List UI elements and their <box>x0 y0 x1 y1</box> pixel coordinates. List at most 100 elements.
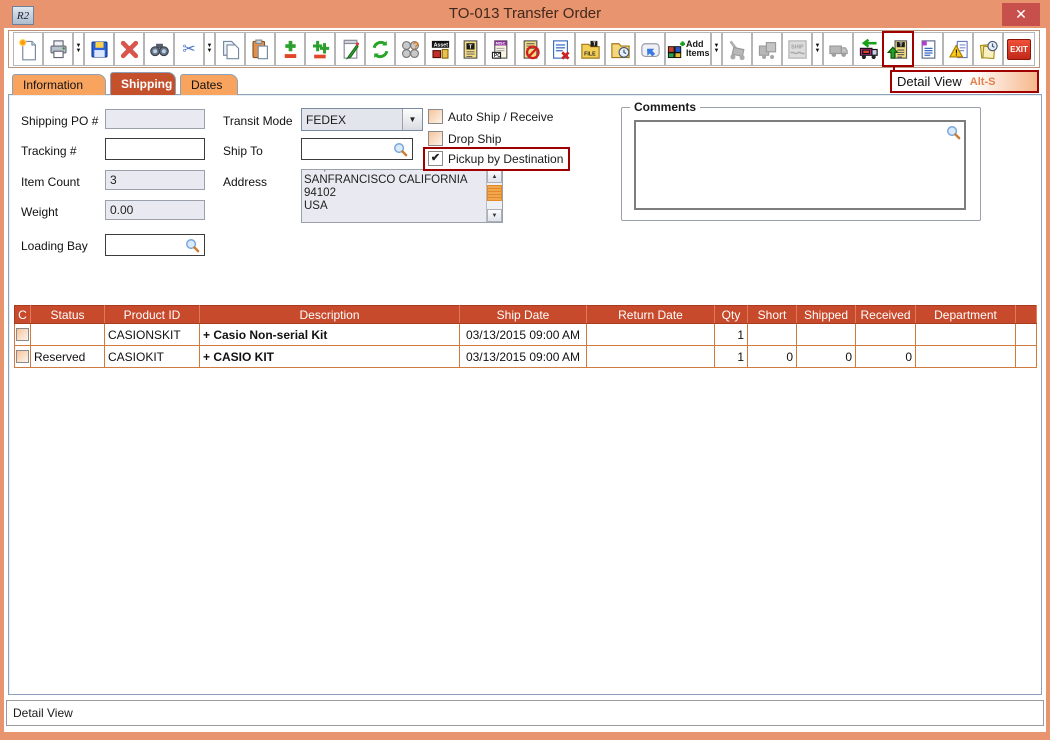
delete-icon <box>118 38 141 61</box>
checkbox-unchecked-icon[interactable] <box>428 131 443 146</box>
cell-status: Reserved <box>31 346 105 368</box>
svg-text:Asset: Asset <box>433 42 448 48</box>
pickup-checkbox-row[interactable]: ✔ Pickup by Destination <box>428 151 563 166</box>
binoculars-icon <box>148 38 171 61</box>
row-checkbox[interactable] <box>16 328 29 341</box>
ship-button-disabled: SHIP <box>782 32 812 66</box>
misc-po-button[interactable]: MISCPO <box>485 32 515 66</box>
tab-information[interactable]: Information <box>12 74 106 95</box>
cut-button[interactable]: ✂ <box>174 32 204 66</box>
title-bar: R2 TO-013 Transfer Order ✕ <box>0 0 1050 28</box>
cell-status <box>31 324 105 346</box>
checkbox-checked-icon[interactable]: ✔ <box>428 151 443 166</box>
col-qty[interactable]: Qty <box>715 306 748 324</box>
detail-view-button[interactable]: T <box>882 31 914 67</box>
col-short[interactable]: Short <box>748 306 797 324</box>
truck-button-disabled <box>823 32 853 66</box>
save-button[interactable] <box>84 32 114 66</box>
file-attachment-button[interactable]: TFILE <box>575 32 605 66</box>
refresh-button[interactable] <box>365 32 395 66</box>
drop-ship-checkbox-row[interactable]: Drop Ship <box>428 131 501 146</box>
search-icon[interactable] <box>946 125 961 140</box>
col-ship-date[interactable]: Ship Date <box>460 306 587 324</box>
col-c[interactable]: C <box>15 306 31 324</box>
hand-truck-icon <box>726 38 749 61</box>
transit-mode-label: Transit Mode <box>223 114 293 128</box>
col-product-id[interactable]: Product ID <box>105 306 200 324</box>
copy-button[interactable] <box>215 32 245 66</box>
cut-dropdown[interactable]: ▼▼ <box>204 32 215 66</box>
scroll-up-icon[interactable]: ▲ <box>487 170 502 183</box>
search-icon[interactable] <box>185 238 200 253</box>
address-scrollbar[interactable]: ▲ ▼ <box>486 170 502 222</box>
scrollbar-thumb[interactable] <box>487 185 502 201</box>
kit-explode-button[interactable]: ? <box>395 32 425 66</box>
chevron-down-icon: ▼ <box>714 49 720 54</box>
col-shipped[interactable]: Shipped <box>797 306 856 324</box>
tracking-input[interactable] <box>105 138 205 160</box>
find-button[interactable] <box>144 32 174 66</box>
auto-ship-checkbox-row[interactable]: Auto Ship / Receive <box>428 109 553 124</box>
comments-textarea[interactable] <box>634 120 966 210</box>
asset-button[interactable]: Asset <box>425 32 455 66</box>
receive-button[interactable] <box>853 32 883 66</box>
table-row[interactable]: CASIONSKIT + Casio Non-serial Kit 03/13/… <box>15 324 1037 346</box>
add-items-dropdown[interactable]: ▼▼ <box>711 32 722 66</box>
comments-group: Comments <box>621 107 981 221</box>
send-button[interactable] <box>635 32 665 66</box>
add-items-button[interactable]: Add Items <box>665 32 711 66</box>
close-button[interactable]: ✕ <box>1002 3 1040 26</box>
row-checkbox[interactable] <box>16 350 29 363</box>
tab-dates[interactable]: Dates <box>180 74 238 95</box>
report-button[interactable] <box>913 32 943 66</box>
print-button[interactable] <box>43 32 73 66</box>
send-key-icon <box>639 38 662 61</box>
tracking-label: Tracking # <box>21 144 77 158</box>
activity-log-button[interactable] <box>973 32 1003 66</box>
chevron-down-icon[interactable]: ▼ <box>402 109 422 130</box>
ship-to-input[interactable] <box>301 138 413 160</box>
checkbox-unchecked-icon[interactable] <box>428 109 443 124</box>
cell-shipped: 0 <box>797 346 856 368</box>
delete-button[interactable] <box>114 32 144 66</box>
new-document-button[interactable] <box>13 32 43 66</box>
loading-bay-input[interactable] <box>105 234 205 256</box>
hand-truck-button-disabled <box>722 32 752 66</box>
cancel-document-button[interactable] <box>545 32 575 66</box>
line-items-table: C Status Product ID Description Ship Dat… <box>14 305 1037 368</box>
exit-button[interactable]: EXIT <box>1003 32 1035 66</box>
cell-filler <box>1016 346 1037 368</box>
folder-clock-icon <box>609 38 632 61</box>
table-row[interactable]: Reserved CASIOKIT + CASIO KIT 03/13/2015… <box>15 346 1037 368</box>
edit-button[interactable] <box>335 32 365 66</box>
add-icon <box>279 38 302 61</box>
col-return-date[interactable]: Return Date <box>587 306 715 324</box>
transfer-document-button[interactable]: T <box>455 32 485 66</box>
warning-log-button[interactable]: ! <box>943 32 973 66</box>
exit-label: EXIT <box>1007 39 1031 60</box>
transit-mode-select[interactable]: FEDEX ▼ <box>301 108 423 131</box>
tab-shipping[interactable]: Shipping <box>110 72 176 95</box>
weight-label: Weight <box>21 205 58 219</box>
add-multiple-icon <box>309 38 332 61</box>
add-line-button[interactable] <box>275 32 305 66</box>
folder-history-button[interactable] <box>605 32 635 66</box>
print-dropdown[interactable]: ▼▼ <box>73 32 84 66</box>
cell-received <box>856 324 916 346</box>
col-department[interactable]: Department <box>916 306 1016 324</box>
scroll-down-icon[interactable]: ▼ <box>487 209 502 222</box>
col-status[interactable]: Status <box>31 306 105 324</box>
print-icon <box>47 38 70 61</box>
no-item-button[interactable] <box>515 32 545 66</box>
search-icon[interactable] <box>393 142 408 157</box>
col-description[interactable]: Description <box>200 306 460 324</box>
report-document-icon <box>917 38 940 61</box>
paste-icon <box>249 38 272 61</box>
cell-department <box>916 346 1016 368</box>
address-line: 94102 <box>304 187 484 200</box>
add-multiple-button[interactable] <box>305 32 335 66</box>
paste-button[interactable] <box>245 32 275 66</box>
col-received[interactable]: Received <box>856 306 916 324</box>
cell-ship-date: 03/13/2015 09:00 AM <box>460 324 587 346</box>
cell-shipped <box>797 324 856 346</box>
